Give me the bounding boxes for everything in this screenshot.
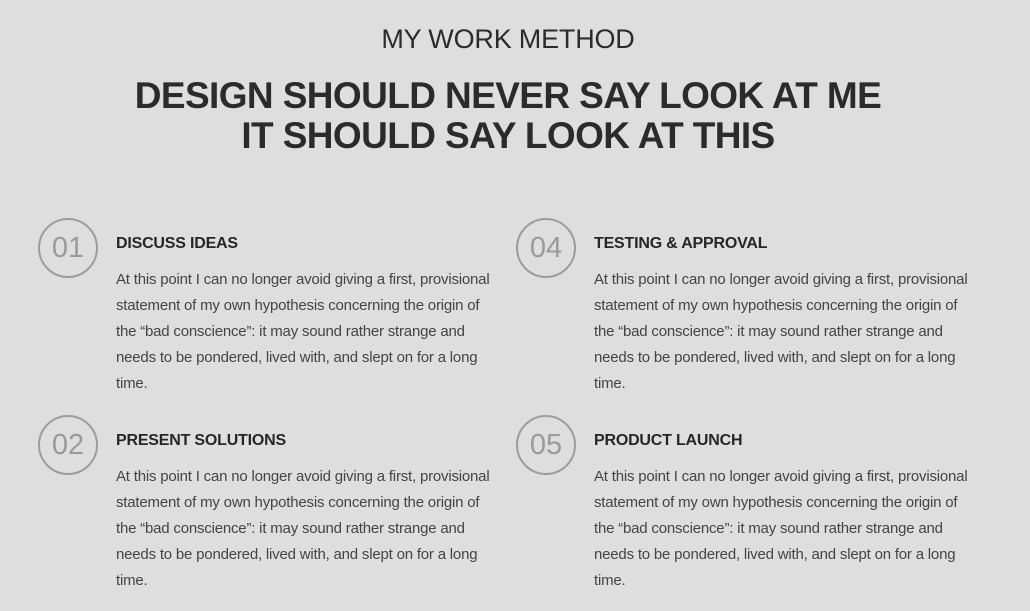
step-title: DISCUSS IDEAS (116, 235, 238, 252)
step-discuss-ideas: 01 DISCUSS IDEAS At this point I can no … (38, 218, 490, 398)
step-number-badge: 02 (38, 415, 98, 475)
step-title: PRODUCT LAUNCH (594, 432, 743, 449)
section-headline: DESIGN SHOULD NEVER SAY LOOK AT ME IT SH… (0, 76, 1016, 156)
headline-line-2: IT SHOULD SAY LOOK AT THIS (241, 115, 775, 156)
step-number-badge: 05 (516, 415, 576, 475)
step-number-badge: 01 (38, 218, 98, 278)
step-present-solutions: 02 PRESENT SOLUTIONS At this point I can… (38, 415, 490, 595)
step-number-badge: 04 (516, 218, 576, 278)
section-subtitle: MY WORK METHOD (381, 24, 635, 54)
step-product-launch: 05 PRODUCT LAUNCH At this point I can no… (516, 415, 968, 595)
step-description: At this point I can no longer avoid givi… (116, 271, 490, 392)
step-testing-approval: 04 TESTING & APPROVAL At this point I ca… (516, 218, 968, 398)
step-description: At this point I can no longer avoid givi… (594, 271, 968, 392)
step-description: At this point I can no longer avoid givi… (594, 468, 968, 589)
step-title: TESTING & APPROVAL (594, 235, 768, 252)
step-title: PRESENT SOLUTIONS (116, 432, 286, 449)
step-description: At this point I can no longer avoid givi… (116, 468, 490, 589)
headline-line-1: DESIGN SHOULD NEVER SAY LOOK AT ME (134, 75, 882, 116)
